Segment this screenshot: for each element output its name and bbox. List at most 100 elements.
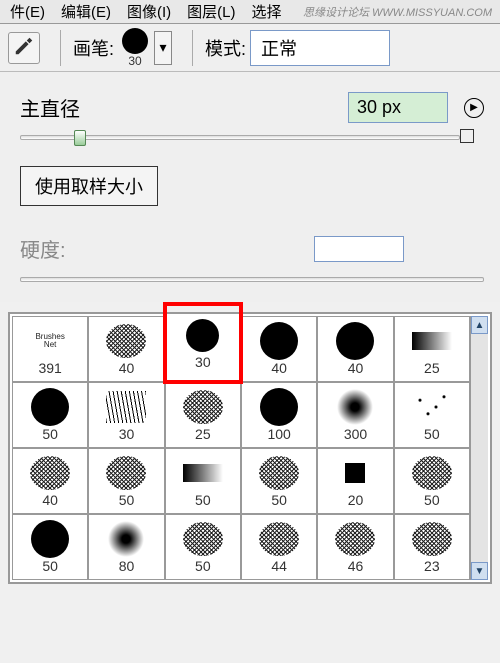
brush-thumb-circle-icon <box>28 388 72 426</box>
flyout-menu-button[interactable] <box>464 98 484 118</box>
brush-preset-cell[interactable]: Brushes Net391 <box>12 316 88 382</box>
brush-preset-cell[interactable]: 50 <box>88 448 164 514</box>
brush-preset-cell[interactable]: 30 <box>165 304 241 382</box>
brush-thumb-noise-icon <box>410 520 454 558</box>
chevron-down-icon: ▾ <box>160 39 167 56</box>
brush-thumb-smear-icon <box>410 322 454 360</box>
menu-select[interactable]: 选择 <box>246 0 288 24</box>
menu-edit[interactable]: 编辑(E) <box>55 0 117 24</box>
brush-size-number: 50 <box>195 558 211 574</box>
brush-thumb-noise-icon <box>104 322 148 360</box>
hardness-input[interactable] <box>314 236 404 262</box>
brush-preset-cell[interactable]: 40 <box>241 316 317 382</box>
brush-preset-cell[interactable]: 20 <box>317 448 393 514</box>
mode-label: 模式: <box>205 35 246 61</box>
scroll-down-button[interactable]: ▼ <box>471 562 488 580</box>
brush-preset-cell[interactable]: 40 <box>12 448 88 514</box>
brush-thumb-circle-icon <box>181 316 225 354</box>
diameter-label: 主直径 <box>20 93 120 122</box>
scroll-track[interactable] <box>471 334 488 562</box>
brush-thumb-circle-icon <box>28 520 72 558</box>
brush-preset-cell[interactable]: 50 <box>12 514 88 580</box>
brush-preset-cell[interactable]: 50 <box>165 514 241 580</box>
brush-size-number: 46 <box>348 558 364 574</box>
brush-size-number: 30 <box>119 426 135 442</box>
brush-thumb-circle-icon <box>257 322 301 360</box>
divider <box>192 30 193 66</box>
brush-preset-cell[interactable]: 50 <box>241 448 317 514</box>
brush-preset-cell[interactable]: 80 <box>88 514 164 580</box>
brush-size-number: 25 <box>424 360 440 376</box>
brush-preset-picker[interactable]: 30 ▾ <box>118 28 172 68</box>
brush-size-number: 50 <box>119 492 135 508</box>
brush-thumb-square-icon <box>333 454 377 492</box>
brush-tool-icon <box>13 35 35 60</box>
brush-thumb-noise-icon <box>257 454 301 492</box>
scroll-up-button[interactable]: ▲ <box>471 316 488 334</box>
brush-preset-cell[interactable]: 25 <box>394 316 470 382</box>
brush-size-number: 50 <box>42 558 58 574</box>
brush-preset-cell[interactable]: 300 <box>317 382 393 448</box>
brush-panel: 主直径 30 px 使用取样大小 硬度: <box>0 72 500 302</box>
brush-grid: Brushes Net39140304040255030251003005040… <box>12 316 470 580</box>
brush-thumb-soft-icon <box>333 388 377 426</box>
brush-size-number: 20 <box>348 492 364 508</box>
brush-preset-cell[interactable]: 46 <box>317 514 393 580</box>
menu-file[interactable]: 件(E) <box>4 0 51 24</box>
brush-thumb-circle-icon <box>257 388 301 426</box>
brush-thumb-text-icon: Brushes Net <box>28 322 72 360</box>
brush-size-number: 50 <box>195 492 211 508</box>
brush-thumb-circle-icon <box>333 322 377 360</box>
brush-preset-cell[interactable]: 44 <box>241 514 317 580</box>
brush-preset-cell[interactable]: 50 <box>394 382 470 448</box>
brush-preset-cell[interactable]: 40 <box>88 316 164 382</box>
brush-size-number: 25 <box>195 426 211 442</box>
brush-size-number: 50 <box>424 426 440 442</box>
tool-preset-picker[interactable] <box>8 32 40 64</box>
brush-preset-cell[interactable]: 50 <box>12 382 88 448</box>
diameter-input[interactable]: 30 px <box>348 92 448 123</box>
brush-size-number: 391 <box>38 360 61 376</box>
brush-preset-cell[interactable]: 50 <box>394 448 470 514</box>
brush-size-number: 50 <box>271 492 287 508</box>
brush-size-number: 300 <box>344 426 367 442</box>
brush-size-number: 40 <box>348 360 364 376</box>
brush-size-value: 30 <box>128 54 141 68</box>
brush-thumb-noise-icon <box>181 520 225 558</box>
options-bar: 画笔: 30 ▾ 模式: 正常 <box>0 24 500 72</box>
brush-size-number: 50 <box>424 492 440 508</box>
brush-thumb-noise-icon <box>257 520 301 558</box>
brush-thumb-noise-icon <box>181 388 225 426</box>
brush-preset-cell[interactable]: 23 <box>394 514 470 580</box>
brush-preset-cell[interactable]: 50 <box>165 448 241 514</box>
new-preset-icon[interactable] <box>460 129 474 143</box>
brush-thumb-scribble-icon <box>104 388 148 426</box>
hardness-slider[interactable] <box>20 277 484 282</box>
menu-image[interactable]: 图像(I) <box>121 0 177 24</box>
brush-preset-cell[interactable]: 25 <box>165 382 241 448</box>
brush-thumb-noise-icon <box>333 520 377 558</box>
brush-size-number: 40 <box>271 360 287 376</box>
brush-thumb-noise-icon <box>104 454 148 492</box>
brush-dropdown-button[interactable]: ▾ <box>154 31 172 65</box>
brush-size-number: 23 <box>424 558 440 574</box>
scrollbar[interactable]: ▲ ▼ <box>470 316 488 580</box>
diameter-slider[interactable] <box>20 135 460 140</box>
brush-grid-container: Brushes Net39140304040255030251003005040… <box>8 312 492 584</box>
brush-size-number: 30 <box>195 354 211 370</box>
brush-preview-chip: 30 <box>118 28 152 68</box>
brush-shape-icon <box>122 28 148 54</box>
watermark-text: 思缘设计论坛 WWW.MISSYUAN.COM <box>303 4 492 20</box>
brush-preset-cell[interactable]: 30 <box>88 382 164 448</box>
brush-preset-cell[interactable]: 100 <box>241 382 317 448</box>
brush-thumb-dots-icon <box>410 388 454 426</box>
divider <box>60 30 61 66</box>
brush-preset-cell[interactable]: 40 <box>317 316 393 382</box>
slider-thumb[interactable] <box>74 130 86 146</box>
brush-size-number: 44 <box>271 558 287 574</box>
use-sample-size-button[interactable]: 使用取样大小 <box>20 166 158 206</box>
brush-thumb-noise-icon <box>28 454 72 492</box>
blend-mode-select[interactable]: 正常 <box>250 30 390 66</box>
brush-size-number: 80 <box>119 558 135 574</box>
menu-layer[interactable]: 图层(L) <box>181 0 241 24</box>
